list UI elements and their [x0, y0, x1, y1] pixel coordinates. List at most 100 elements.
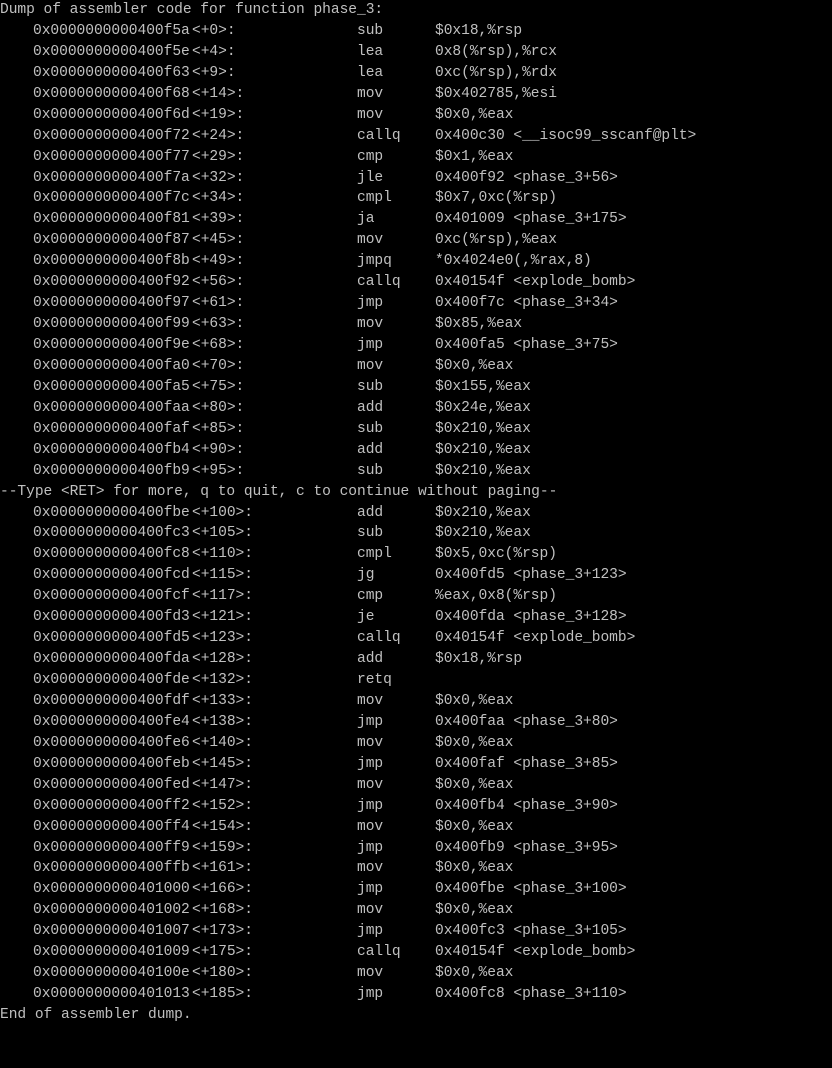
dump-footer-line: End of assembler dump.	[0, 1005, 832, 1026]
instruction-offset: <+68>:	[192, 337, 245, 353]
dump-footer: End of assembler dump.	[0, 1007, 192, 1023]
instruction-row: 0x0000000000400fed <+147>: mov $0x0,%eax	[0, 775, 832, 796]
instruction-address: 0x0000000000400fde	[33, 672, 190, 688]
instruction-operands: 0x40154f <explode_bomb>	[435, 630, 636, 647]
instruction-mnemonic: lea	[357, 43, 384, 60]
instruction-operands: $0x5,0xc(%rsp)	[435, 546, 557, 563]
instruction-operands: 0x400fda <phase_3+128>	[435, 609, 627, 626]
pager-prompt: --Type <RET> for more, q to quit, c to c…	[0, 483, 558, 500]
instruction-address: 0x0000000000400fcf	[33, 588, 190, 605]
instruction-mnemonic: cmp	[357, 588, 384, 605]
instruction-mnemonic: mov	[357, 818, 384, 835]
instruction-mnemonic: sub	[357, 22, 384, 39]
instruction-row: 0x0000000000400feb <+145>: jmp 0x400faf <ph…	[0, 754, 832, 775]
instruction-row: 0x0000000000401009 <+175>: callq 0x40154f <…	[0, 942, 832, 963]
instruction-offset: <+34>:	[192, 190, 245, 207]
instruction-row: 0x0000000000400f6d <+19>: mov $0x0,%eax	[0, 105, 832, 126]
instruction-address: 0x0000000000400f77	[33, 148, 190, 165]
instruction-row: 0x0000000000400f87 <+45>: mov 0xc(%rsp),%ea…	[0, 230, 832, 251]
instruction-offset: <+121>:	[192, 609, 253, 626]
instruction-mnemonic: jmp	[357, 797, 384, 814]
instruction-mnemonic: callq	[357, 944, 401, 961]
instruction-operands: 0x400fd5 <phase_3+123>	[435, 567, 627, 584]
instruction-address: 0x000000000040100e	[33, 965, 190, 982]
instruction-row: 0x0000000000400fbe <+100>: add $0x210,%eax	[0, 503, 832, 524]
instruction-row: 0x0000000000400f5e <+4>: lea 0x8(%rsp),%rcx	[0, 42, 832, 63]
instruction-mnemonic: callq	[357, 127, 401, 144]
instruction-mnemonic: sub	[357, 462, 384, 479]
instruction-row: 0x0000000000400fde <+132>: retq	[0, 670, 832, 691]
instruction-offset: <+175>:	[192, 944, 253, 961]
instruction-mnemonic: sub	[357, 525, 384, 542]
instruction-operands: $0x210,%eax	[435, 420, 531, 437]
instruction-operands: $0x0,%eax	[435, 776, 514, 793]
instruction-mnemonic: mov	[357, 692, 384, 709]
instruction-offset: <+45>:	[192, 232, 245, 249]
instruction-offset: <+138>:	[192, 713, 253, 730]
instruction-mnemonic: mov	[357, 232, 384, 249]
instruction-mnemonic: cmpl	[357, 546, 392, 563]
instruction-offset: <+159>:	[192, 839, 253, 856]
instruction-row: 0x0000000000400f81 <+39>: ja 0x401009 <phas…	[0, 209, 832, 230]
instruction-mnemonic: jg	[357, 567, 375, 584]
instruction-address: 0x0000000000401009	[33, 944, 190, 961]
instruction-offset: <+32>:	[192, 169, 245, 186]
instruction-operands: 0x8(%rsp),%rcx	[435, 43, 557, 60]
instruction-offset: <+133>:	[192, 692, 253, 709]
instruction-offset: <+110>:	[192, 546, 253, 563]
instruction-operands: 0xc(%rsp),%rdx	[435, 64, 557, 81]
instruction-address: 0x0000000000400f7c	[33, 190, 190, 207]
instruction-row: 0x0000000000400faf <+85>: sub $0x210,%eax	[0, 419, 832, 440]
instruction-row: 0x0000000000400fe6 <+140>: mov $0x0,%eax	[0, 733, 832, 754]
instruction-mnemonic: jmp	[357, 986, 384, 1003]
instruction-offset: <+166>:	[192, 881, 253, 898]
instruction-operands: 0x40154f <explode_bomb>	[435, 274, 636, 291]
instruction-row: 0x000000000040100e <+180>: mov $0x0,%eax	[0, 963, 832, 984]
instruction-row: 0x0000000000400fcd <+115>: jg 0x400fd5 <pha…	[0, 565, 832, 586]
instruction-address: 0x0000000000400fc3	[33, 525, 190, 542]
instruction-offset: <+70>:	[192, 357, 245, 374]
instruction-row: 0x0000000000400fc3 <+105>: sub $0x210,%eax	[0, 523, 832, 544]
instruction-operands: $0x0,%eax	[435, 965, 514, 982]
instruction-operands: $0x85,%eax	[435, 316, 523, 333]
instruction-mnemonic: jmp	[357, 337, 384, 353]
instruction-address: 0x0000000000400faa	[33, 399, 190, 416]
instruction-address: 0x0000000000400f9e	[33, 337, 190, 353]
instruction-address: 0x0000000000400fd5	[33, 630, 190, 647]
instruction-mnemonic: jle	[357, 169, 384, 186]
instruction-mnemonic: jmp	[357, 923, 384, 940]
instruction-mnemonic: retq	[357, 672, 392, 688]
instruction-list-part2: 0x0000000000400fbe <+100>: add $0x210,%eax 0…	[0, 503, 832, 1006]
instruction-mnemonic: jmp	[357, 881, 384, 898]
instruction-row: 0x0000000000400f77 <+29>: cmp $0x1,%eax	[0, 147, 832, 168]
instruction-mnemonic: mov	[357, 85, 384, 102]
instruction-offset: <+24>:	[192, 127, 245, 144]
instruction-address: 0x0000000000400feb	[33, 755, 190, 772]
instruction-mnemonic: add	[357, 441, 384, 458]
instruction-row: 0x0000000000400faa <+80>: add $0x24e,%eax	[0, 398, 832, 419]
instruction-operands: $0x402785,%esi	[435, 85, 557, 102]
instruction-address: 0x0000000000400fe6	[33, 734, 190, 751]
dump-header: Dump of assembler code for function phas…	[0, 2, 384, 18]
instruction-mnemonic: mov	[357, 316, 384, 333]
instruction-operands: 0x400fc3 <phase_3+105>	[435, 923, 627, 940]
instruction-offset: <+140>:	[192, 734, 253, 751]
instruction-row: 0x0000000000400fcf <+117>: cmp %eax,0x8(%rs…	[0, 586, 832, 607]
instruction-operands: $0x210,%eax	[435, 441, 531, 458]
instruction-operands: 0x400fc8 <phase_3+110>	[435, 986, 627, 1003]
instruction-address: 0x0000000000400fdf	[33, 692, 190, 709]
instruction-offset: <+85>:	[192, 420, 245, 437]
instruction-address: 0x0000000000400f81	[33, 211, 190, 228]
instruction-address: 0x0000000000400f5a	[33, 22, 190, 39]
instruction-operands: $0x210,%eax	[435, 504, 531, 521]
instruction-operands: $0x0,%eax	[435, 902, 514, 919]
instruction-mnemonic: sub	[357, 420, 384, 437]
instruction-row: 0x0000000000400f5a <+0>: sub $0x18,%rsp	[0, 21, 832, 42]
instruction-operands: 0x400fa5 <phase_3+75>	[435, 337, 618, 353]
instruction-address: 0x0000000000400ff9	[33, 839, 190, 856]
instruction-mnemonic: callq	[357, 274, 401, 291]
instruction-offset: <+61>:	[192, 295, 245, 312]
terminal-window[interactable]: Dump of assembler code for function phas…	[0, 0, 832, 1024]
instruction-row: 0x0000000000400ff2 <+152>: jmp 0x400fb4 <ph…	[0, 796, 832, 817]
instruction-operands: 0x401009 <phase_3+175>	[435, 211, 627, 228]
